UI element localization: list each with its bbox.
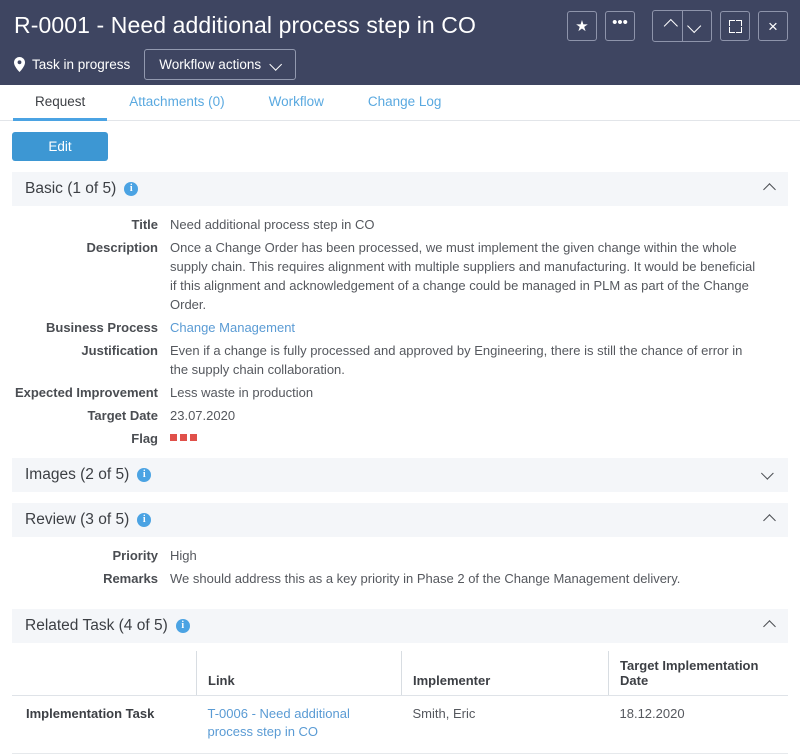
chevron-up-icon[interactable] xyxy=(763,182,776,196)
field-value: Less waste in production xyxy=(170,385,314,400)
maximize-button[interactable] xyxy=(720,11,750,41)
page-title: R-0001 - Need additional process step in… xyxy=(14,12,476,38)
workflow-actions-label: Workflow actions xyxy=(159,57,262,72)
star-icon: ★ xyxy=(575,17,589,35)
field-label: Expected Improvement xyxy=(14,385,158,400)
row-implementer: Smith, Eric xyxy=(401,695,609,754)
section-header-related-task[interactable]: Related Task (4 of 5) i xyxy=(12,609,788,643)
location-pin-icon xyxy=(14,57,25,72)
chevron-up-icon[interactable] xyxy=(763,619,776,633)
field-value-link[interactable]: Change Management xyxy=(170,318,295,337)
section-title-review: Review (3 of 5) xyxy=(25,511,130,528)
field-value: Once a Change Order has been processed, … xyxy=(170,240,756,312)
ellipsis-icon: ••• xyxy=(612,14,628,31)
previous-record-button[interactable] xyxy=(653,11,682,41)
section-basic-left: Basic (1 of 5) i xyxy=(25,180,139,198)
section-images-left: Images (2 of 5) i xyxy=(25,466,152,484)
flag-marker xyxy=(170,434,177,441)
column-header-implementer: Implementer xyxy=(401,651,609,696)
basic-fields: Title Need additional process step in CO… xyxy=(12,206,788,458)
section-header-images[interactable]: Images (2 of 5) i xyxy=(12,458,788,492)
expand-icon xyxy=(728,19,742,33)
column-header-target-date: Target Implementation Date xyxy=(608,651,788,696)
review-fields: Priority High Remarks We should address … xyxy=(12,537,788,598)
next-record-button[interactable] xyxy=(682,11,711,41)
field-row-priority: Priority High xyxy=(12,546,788,565)
flag-marker xyxy=(180,434,187,441)
info-icon[interactable]: i xyxy=(137,468,152,482)
info-icon[interactable]: i xyxy=(124,182,139,196)
flag-indicator xyxy=(170,429,197,448)
tab-bar: Request Attachments (0) Workflow Change … xyxy=(0,85,800,121)
flag-marker xyxy=(190,434,197,441)
field-label: Title xyxy=(131,217,159,232)
field-row-target-date: Target Date 23.07.2020 xyxy=(12,406,788,425)
section-review-left: Review (3 of 5) i xyxy=(25,511,152,529)
row-label: Implementation Task xyxy=(12,695,197,754)
field-row-expected-improvement: Expected Improvement Less waste in produ… xyxy=(12,383,788,402)
more-options-button[interactable]: ••• xyxy=(605,11,635,41)
field-label: Target Date xyxy=(87,408,158,423)
header-button-group: ★ ••• × xyxy=(567,9,788,42)
column-header-blank xyxy=(12,651,197,696)
section-header-basic[interactable]: Basic (1 of 5) i xyxy=(12,172,788,206)
field-row-flag: Flag xyxy=(12,429,788,448)
field-value: We should address this as a key priority… xyxy=(170,571,681,586)
status-text: Task in progress xyxy=(32,57,131,72)
chevron-down-icon[interactable] xyxy=(761,466,774,480)
field-row-description: Description Once a Change Order has been… xyxy=(12,238,788,314)
section-header-review[interactable]: Review (3 of 5) i xyxy=(12,503,788,537)
close-button[interactable]: × xyxy=(758,11,788,41)
section-related-task-left: Related Task (4 of 5) i xyxy=(25,617,190,635)
chevron-down-icon xyxy=(269,58,283,71)
info-icon[interactable]: i xyxy=(137,513,152,527)
field-label: Flag xyxy=(131,431,158,446)
tab-workflow[interactable]: Workflow xyxy=(247,85,346,121)
field-value: Need additional process step in CO xyxy=(170,217,375,232)
field-row-remarks: Remarks We should address this as a key … xyxy=(12,569,788,588)
related-task-table: Link Implementer Target Implementation D… xyxy=(12,651,788,754)
field-label: Remarks xyxy=(103,571,158,586)
section-title-images: Images (2 of 5) xyxy=(25,466,130,483)
tab-attachments[interactable]: Attachments (0) xyxy=(107,85,246,121)
section-title-basic: Basic (1 of 5) xyxy=(25,180,117,197)
favorite-star-button[interactable]: ★ xyxy=(567,11,597,41)
main-content: Edit Basic (1 of 5) i Title Need additio… xyxy=(0,121,800,754)
edit-button[interactable]: Edit xyxy=(12,132,108,161)
row-target-date: 18.12.2020 xyxy=(608,695,788,754)
field-label: Priority xyxy=(112,548,158,563)
column-header-link: Link xyxy=(196,651,402,696)
workflow-actions-button[interactable]: Workflow actions xyxy=(144,49,297,80)
row-link[interactable]: T-0006 - Need additional process step in… xyxy=(196,695,402,754)
section-title-related-task: Related Task (4 of 5) xyxy=(25,617,168,634)
field-value: High xyxy=(170,548,197,563)
navigation-button-pair xyxy=(652,10,712,42)
header-status-row: Task in progress Workflow actions xyxy=(14,49,788,80)
header-top-row: R-0001 - Need additional process step in… xyxy=(14,9,788,42)
table-row: Implementation Task T-0006 - Need additi… xyxy=(12,695,788,754)
field-label: Justification xyxy=(81,343,158,358)
field-value: 23.07.2020 xyxy=(170,408,236,423)
field-row-title: Title Need additional process step in CO xyxy=(12,215,788,234)
info-icon[interactable]: i xyxy=(175,619,190,633)
field-value: Even if a change is fully processed and … xyxy=(170,343,743,377)
table-header: Link Implementer Target Implementation D… xyxy=(12,651,788,696)
tab-request[interactable]: Request xyxy=(13,85,108,121)
table-header-row: Link Implementer Target Implementation D… xyxy=(12,651,788,696)
field-label: Description xyxy=(86,240,158,255)
chevron-down-icon xyxy=(687,18,702,34)
window-header: R-0001 - Need additional process step in… xyxy=(0,0,800,85)
close-icon: × xyxy=(768,16,778,36)
field-row-justification: Justification Even if a change is fully … xyxy=(12,341,788,379)
field-row-business-process: Business Process Change Management xyxy=(12,318,788,337)
chevron-up-icon[interactable] xyxy=(763,513,776,527)
table-body: Implementation Task T-0006 - Need additi… xyxy=(12,695,788,754)
field-label: Business Process xyxy=(45,320,158,335)
tab-change-log[interactable]: Change Log xyxy=(346,85,464,121)
chevron-up-icon xyxy=(663,18,678,34)
